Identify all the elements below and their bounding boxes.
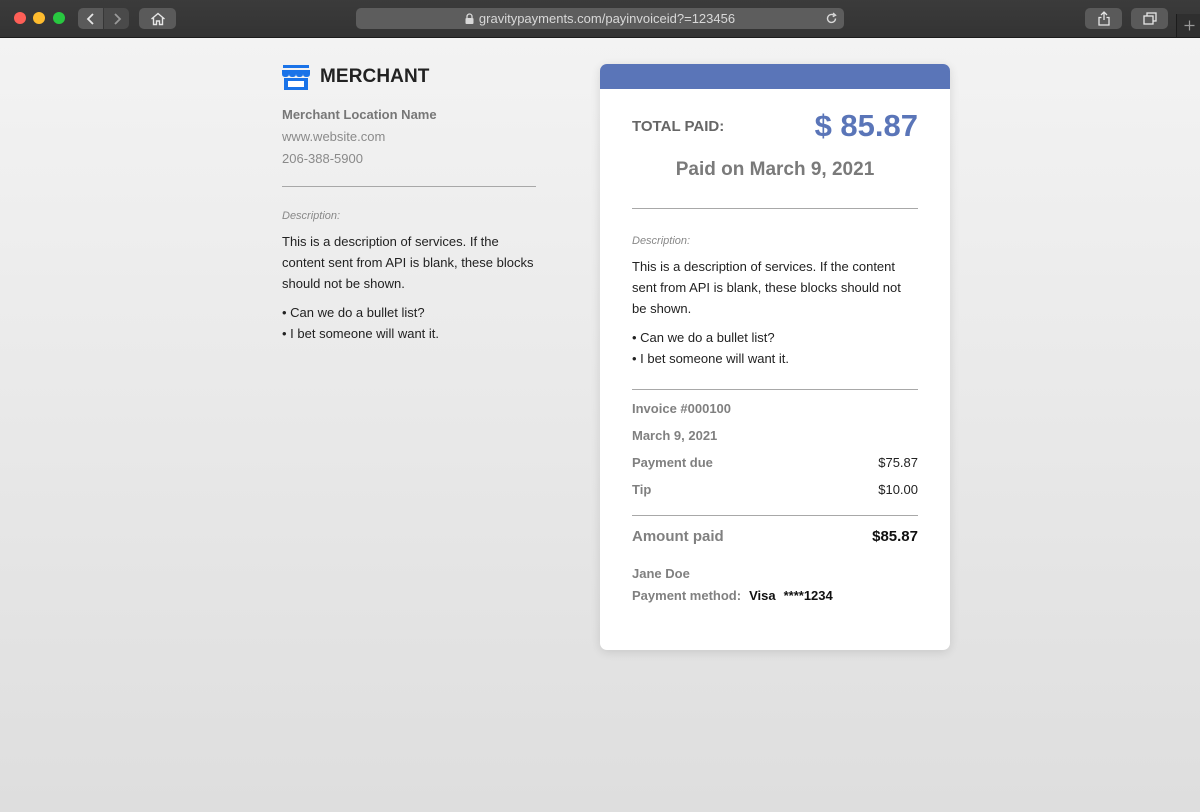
payment-method-row: Payment method: Visa ****1234	[632, 588, 918, 603]
receipt-card: TOTAL PAID: $ 85.87 Paid on March 9, 202…	[600, 64, 950, 650]
share-icon	[1097, 11, 1110, 26]
paid-on-date: Paid on March 9, 2021	[675, 159, 875, 180]
share-button[interactable]	[1085, 8, 1122, 29]
zoom-window-button[interactable]	[53, 12, 65, 24]
amount-paid-label: Amount paid	[632, 527, 724, 545]
merchant-info: MERCHANT Merchant Location Name www.webs…	[282, 64, 536, 344]
tip-row: Tip $10.00	[632, 482, 918, 497]
receipt-divider	[632, 515, 918, 516]
card-brand: Visa	[749, 588, 776, 603]
lock-icon	[465, 13, 474, 24]
navigation-buttons	[78, 8, 129, 29]
receipt-card-header-bar	[600, 64, 950, 89]
invoice-number: Invoice #000100	[632, 401, 732, 416]
browser-toolbar: gravitypayments.com/payinvoiceid?=123456	[0, 0, 1200, 38]
forward-icon	[113, 12, 121, 25]
merchant-brand: MERCHANT	[282, 64, 536, 90]
plus-icon	[1184, 20, 1194, 31]
receipt-description-label: Description:	[632, 235, 691, 247]
merchant-description-label: Description:	[282, 210, 341, 222]
merchant-description: This is a description of services. If th…	[282, 234, 534, 291]
payer-name: Jane Doe	[632, 566, 690, 581]
merchant-bullet-item: • Can we do a bullet list?	[282, 305, 425, 320]
tip-label: Tip	[632, 482, 652, 497]
back-icon	[86, 12, 94, 25]
url-text: gravitypayments.com/payinvoiceid?=123456	[478, 11, 736, 26]
receipt-description: This is a description of services. If th…	[632, 259, 901, 316]
receipt-bullet-item: • I bet someone will want it.	[632, 351, 790, 366]
invoice-date: March 9, 2021	[632, 428, 718, 443]
receipt-divider	[632, 208, 918, 209]
reload-icon	[826, 12, 837, 24]
merchant-phone: 206-388-5900	[282, 151, 363, 166]
back-button[interactable]	[78, 8, 103, 29]
tabs-icon	[1142, 12, 1157, 25]
address-bar[interactable]: gravitypayments.com/payinvoiceid?=123456	[356, 8, 844, 29]
merchant-name: MERCHANT	[320, 66, 430, 87]
merchant-bullet-item: • I bet someone will want it.	[282, 326, 440, 341]
receipt-divider	[632, 389, 918, 390]
amount-paid-row: Amount paid $85.87	[632, 527, 918, 545]
tip-value: $10.00	[878, 482, 918, 497]
merchant-location-name: Merchant Location Name	[282, 107, 437, 122]
tab-overview-button[interactable]	[1131, 8, 1168, 29]
payment-due-label: Payment due	[632, 455, 713, 470]
total-paid-amount: $ 85.87	[814, 108, 918, 143]
payment-due-row: Payment due $75.87	[632, 455, 918, 470]
total-paid-row: TOTAL PAID: $ 85.87	[632, 106, 918, 146]
receipt-bullet-item: • Can we do a bullet list?	[632, 330, 775, 345]
merchant-divider	[282, 186, 536, 187]
total-paid-label: TOTAL PAID:	[632, 117, 725, 135]
payment-due-value: $75.87	[878, 455, 918, 470]
forward-button[interactable]	[104, 8, 129, 29]
receipt-bullet-list: • Can we do a bullet list? • I bet someo…	[632, 327, 918, 369]
merchant-website: www.website.com	[282, 129, 386, 144]
home-button[interactable]	[139, 8, 176, 29]
payment-method-label: Payment method:	[632, 588, 742, 603]
merchant-bullet-list: • Can we do a bullet list? • I bet someo…	[282, 302, 536, 344]
reload-button[interactable]	[824, 11, 839, 26]
page-content: MERCHANT Merchant Location Name www.webs…	[0, 38, 1200, 812]
card-last4: ****1234	[783, 588, 833, 603]
storefront-icon	[282, 64, 310, 90]
home-icon	[150, 12, 165, 25]
amount-paid-value: $85.87	[872, 527, 918, 545]
close-window-button[interactable]	[14, 12, 26, 24]
minimize-window-button[interactable]	[33, 12, 45, 24]
new-tab-button[interactable]	[1176, 14, 1200, 37]
